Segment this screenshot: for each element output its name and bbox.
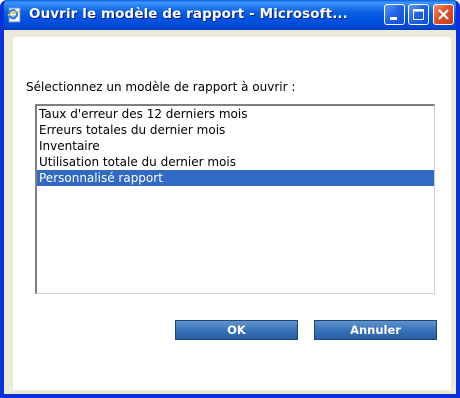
template-item-selected[interactable]: Personnalisé rapport — [37, 170, 434, 186]
close-icon — [438, 9, 449, 20]
maximize-button[interactable] — [408, 4, 429, 25]
window-title: Ouvrir le modèle de rapport - Microsoft.… — [29, 6, 348, 22]
template-item[interactable]: Taux d'erreur des 12 derniers mois — [37, 106, 434, 122]
minimize-button[interactable] — [384, 4, 405, 25]
cancel-button[interactable]: Annuler — [314, 320, 437, 340]
title-bar[interactable]: Ouvrir le modèle de rapport - Microsoft.… — [4, 0, 456, 30]
minimize-icon — [390, 17, 397, 20]
ie-document-icon — [7, 7, 23, 23]
close-button[interactable] — [433, 4, 454, 25]
maximize-icon — [413, 9, 424, 20]
template-listbox[interactable]: Taux d'erreur des 12 derniers mois Erreu… — [35, 104, 435, 294]
template-item[interactable]: Inventaire — [37, 138, 434, 154]
prompt-label: Sélectionnez un modèle de rapport à ouvr… — [26, 80, 296, 94]
ok-button[interactable]: OK — [175, 320, 298, 340]
template-item[interactable]: Erreurs totales du dernier mois — [37, 122, 434, 138]
template-item[interactable]: Utilisation totale du dernier mois — [37, 154, 434, 170]
